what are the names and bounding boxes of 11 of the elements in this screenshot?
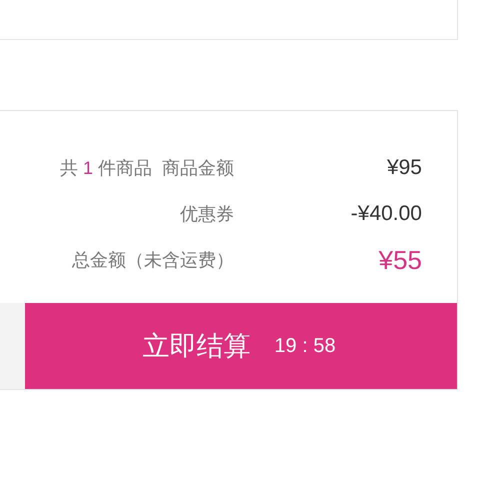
amount-label: 商品金额 [162,158,234,178]
countdown-timer: 19 : 58 [274,334,336,359]
discount-amount: -¥40.00 [350,202,422,226]
total-amount: ¥55 [378,244,422,274]
subtotal-amount: ¥95 [386,156,422,180]
item-count-label: 件商品 [98,158,152,178]
checkout-button[interactable]: 立即结算 19 : 58 [25,303,457,389]
item-count: 1 [82,158,93,178]
amount-label: 优惠券 [180,204,234,224]
item-count-label: 共 [60,158,78,178]
amount-label: 总金额（未含运费） [72,250,234,270]
